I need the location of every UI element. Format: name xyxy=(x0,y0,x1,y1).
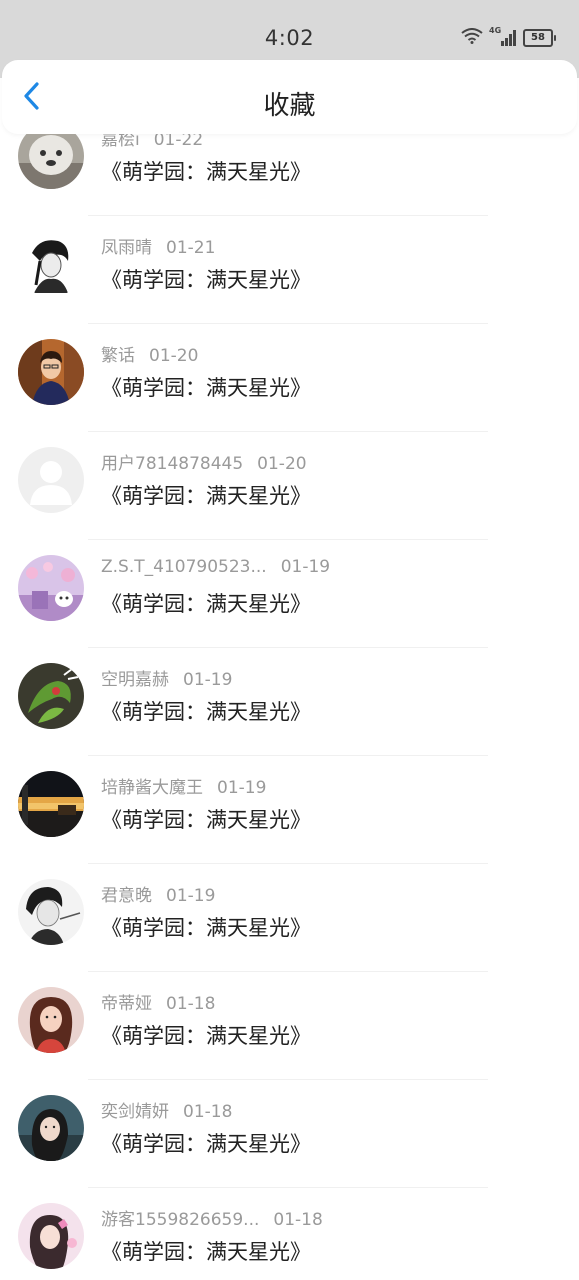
list-item[interactable]: 用户7814878445 01-20 《萌学园：满天星光》 xyxy=(0,432,579,540)
item-title: 《萌学园：满天星光》 xyxy=(101,376,311,400)
user-name: 奕剑婧妍 xyxy=(101,1102,169,1122)
avatar xyxy=(18,134,84,189)
page-title: 收藏 xyxy=(263,91,316,121)
item-title: 《萌学园：满天星光》 xyxy=(101,700,311,724)
avatar xyxy=(18,663,84,729)
user-name: 用户7814878445 xyxy=(101,454,244,474)
avatar xyxy=(18,447,84,513)
list-item[interactable]: 游客1559826659... 01-18 《萌学园：满天星光》 xyxy=(0,1188,579,1280)
list-item[interactable]: 君意晚 01-19 《萌学园：满天星光》 xyxy=(0,864,579,972)
item-meta: 空明嘉赫 01-19 xyxy=(101,665,232,690)
item-date: 01-22 xyxy=(153,134,204,150)
user-name: 君意晚 xyxy=(101,886,152,906)
avatar xyxy=(18,1203,84,1269)
item-title: 《萌学园：满天星光》 xyxy=(101,916,311,940)
user-name: Z.S.T_410790523... xyxy=(101,557,267,577)
avatar xyxy=(18,231,84,297)
wifi-icon xyxy=(461,28,483,48)
user-name: 凤雨晴 xyxy=(101,238,152,258)
avatar xyxy=(18,879,84,945)
item-title: 《萌学园：满天星光》 xyxy=(101,592,311,616)
item-date: 01-19 xyxy=(183,670,233,690)
item-date: 01-19 xyxy=(280,557,331,577)
item-meta: 嘉桧i 01-22 xyxy=(101,134,203,150)
list-item[interactable]: 奕剑婧妍 01-18 《萌学园：满天星光》 xyxy=(0,1080,579,1188)
avatar xyxy=(18,339,84,405)
item-date: 01-19 xyxy=(166,886,216,906)
user-name: 培静酱大魔王 xyxy=(101,778,203,798)
item-meta: 奕剑婧妍 01-18 xyxy=(101,1097,232,1122)
item-title: 《萌学园：满天星光》 xyxy=(101,484,311,508)
item-title: 《萌学园：满天星光》 xyxy=(101,808,311,832)
user-name: 空明嘉赫 xyxy=(101,670,169,690)
user-name: 嘉桧i xyxy=(101,134,140,150)
list-item[interactable]: 嘉桧i 01-22 《萌学园：满天星光》 xyxy=(0,134,579,216)
nav-bar: 收藏 xyxy=(2,60,577,134)
item-title: 《萌学园：满天星光》 xyxy=(101,268,311,292)
avatar xyxy=(18,1095,84,1161)
battery-icon: 58 xyxy=(523,29,556,47)
user-name: 帝蒂娅 xyxy=(101,994,152,1014)
item-date: 01-20 xyxy=(257,454,307,474)
item-title: 《萌学园：满天星光》 xyxy=(101,160,311,184)
favorites-list[interactable]: 嘉桧i 01-22 《萌学园：满天星光》 凤雨晴 01-21 《萌学园：满天星光》 xyxy=(0,134,579,1280)
list-item[interactable]: 帝蒂娅 01-18 《萌学园：满天星光》 xyxy=(0,972,579,1080)
item-meta: 君意晚 01-19 xyxy=(101,881,215,906)
avatar xyxy=(18,987,84,1053)
item-date: 01-19 xyxy=(217,778,267,798)
item-date: 01-18 xyxy=(183,1102,233,1122)
item-title: 《萌学园：满天星光》 xyxy=(101,1240,311,1264)
item-title: 《萌学园：满天星光》 xyxy=(101,1132,311,1156)
item-date: 01-18 xyxy=(166,994,216,1014)
item-meta: 培静酱大魔王 01-19 xyxy=(101,773,266,798)
item-meta: 游客1559826659... 01-18 xyxy=(101,1205,323,1230)
item-meta: 凤雨晴 01-21 xyxy=(101,233,215,258)
list-item[interactable]: 空明嘉赫 01-19 《萌学园：满天星光》 xyxy=(0,648,579,756)
item-date: 01-18 xyxy=(273,1210,323,1230)
user-name: 繁话 xyxy=(101,346,135,366)
item-meta: 帝蒂娅 01-18 xyxy=(101,989,215,1014)
status-icons: 4G 58 xyxy=(461,26,556,49)
cellular-signal-icon: 4G xyxy=(489,26,517,47)
list-item[interactable]: 凤雨晴 01-21 《萌学园：满天星光》 xyxy=(0,216,579,324)
user-name: 游客1559826659... xyxy=(101,1210,260,1230)
list-item[interactable]: Z.S.T_410790523... 01-19 《萌学园：满天星光》 xyxy=(0,540,579,648)
avatar xyxy=(18,555,84,621)
list-item[interactable]: 繁话 01-20 《萌学园：满天星光》 xyxy=(0,324,579,432)
avatar xyxy=(18,771,84,837)
item-title: 《萌学园：满天星光》 xyxy=(101,1024,311,1048)
item-meta: Z.S.T_410790523... 01-19 xyxy=(101,557,330,577)
item-meta: 繁话 01-20 xyxy=(101,341,198,366)
item-date: 01-21 xyxy=(166,238,216,258)
item-meta: 用户7814878445 01-20 xyxy=(101,449,307,474)
item-date: 01-20 xyxy=(149,346,199,366)
list-item[interactable]: 培静酱大魔王 01-19 《萌学园：满天星光》 xyxy=(0,756,579,864)
